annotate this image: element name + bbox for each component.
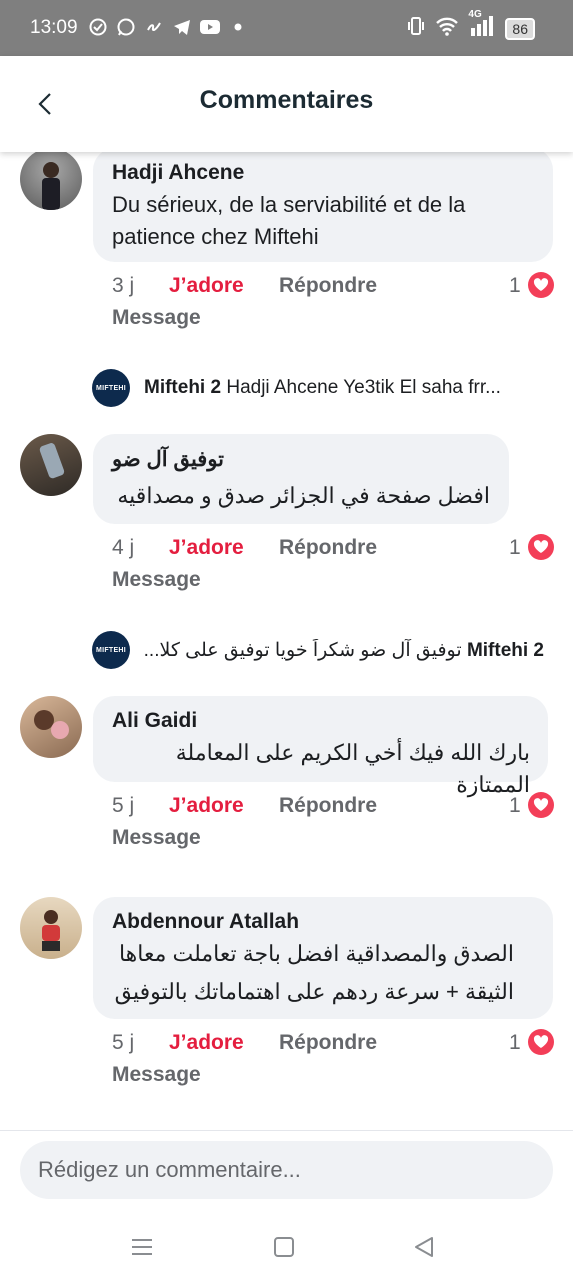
reaction-count[interactable]: 1 (509, 1031, 521, 1055)
reply-preview: Miftehi 2 توفيق آل ضو شكراً خويا توفيق ع… (144, 639, 544, 662)
bottom-bar: Rédigez un commentaire... (0, 1130, 573, 1281)
reply-author: Miftehi 2 (144, 377, 222, 398)
avatar[interactable] (20, 434, 82, 496)
wifi-icon (435, 16, 459, 41)
comment-author[interactable]: Ali Gaidi (112, 709, 197, 733)
message-button[interactable]: Message (112, 568, 201, 592)
youtube-icon (200, 17, 220, 37)
reaction-count[interactable]: 1 (509, 536, 521, 560)
reply-preview: Miftehi 2 Hadji Ahcene Ye3tik El saha fr… (144, 377, 544, 399)
comment-placeholder: Rédigez un commentaire... (38, 1157, 301, 1182)
comment-text: بارك الله فيك أخي الكريم على المعاملة ال… (175, 740, 530, 797)
link-icon (144, 17, 164, 37)
avatar[interactable] (20, 696, 82, 758)
avatar[interactable] (20, 152, 82, 210)
telegram-icon (172, 17, 192, 37)
reply-author: Miftehi 2 (466, 640, 544, 661)
comment-author[interactable]: Abdennour Atallah (112, 910, 299, 934)
like-button[interactable]: J’adore (169, 794, 244, 818)
avatar: MIFTEHI (92, 369, 130, 407)
signal-icon: 4G (468, 9, 495, 41)
comment-text: الثيقة + سرعة ردهم على اهتماماتك بالتوفي… (114, 979, 514, 1004)
avatar[interactable] (20, 897, 82, 959)
like-button[interactable]: J’adore (169, 274, 244, 298)
comment-time: 5 j (112, 1031, 135, 1054)
message-button[interactable]: Message (112, 306, 201, 330)
menu-icon[interactable] (130, 1235, 154, 1259)
status-bar: 13:09 4G 86 (0, 0, 573, 56)
page-title: Commentaires (199, 86, 374, 114)
dot-icon (228, 17, 248, 37)
reply-text: توفيق آل ضو شكراً خويا توفيق على كلا... (144, 640, 462, 661)
vibrate-icon (407, 16, 425, 41)
heart-icon (528, 792, 554, 818)
reply-item[interactable]: MIFTEHI Miftehi 2 توفيق آل ضو شكراً خويا… (92, 631, 552, 671)
reply-button[interactable]: Répondre (279, 794, 377, 818)
heart-icon (528, 272, 554, 298)
comment-text: Du sérieux, de la serviabilité et de la (112, 192, 466, 217)
reaction-count[interactable]: 1 (509, 794, 521, 818)
back-triangle-icon[interactable] (412, 1235, 436, 1259)
heart-icon (528, 534, 554, 560)
network-label: 4G (468, 9, 482, 20)
reply-button[interactable]: Répondre (279, 536, 377, 560)
heart-icon (528, 1029, 554, 1055)
comment-author[interactable]: توفيق آل ضو (112, 447, 224, 472)
reply-item[interactable]: MIFTEHI Miftehi 2 Hadji Ahcene Ye3tik El… (92, 369, 552, 409)
reply-button[interactable]: Répondre (279, 1031, 377, 1055)
comment-time: 5 j (112, 794, 135, 817)
status-time: 13:09 (30, 17, 78, 38)
comment-time: 4 j (112, 536, 135, 559)
comment-author[interactable]: Hadji Ahcene (112, 161, 244, 185)
like-button[interactable]: J’adore (169, 536, 244, 560)
comments-feed[interactable]: Hadji Ahcene Du sérieux, de la serviabil… (0, 152, 573, 1130)
message-button[interactable]: Message (112, 1063, 201, 1087)
circle-check-icon (88, 17, 108, 37)
comment-text: patience chez Miftehi (112, 224, 319, 249)
comment-time: 3 j (112, 274, 135, 297)
comment-input[interactable]: Rédigez un commentaire... (20, 1141, 553, 1199)
like-button[interactable]: J’adore (169, 1031, 244, 1055)
app-header: Commentaires (0, 56, 573, 152)
comment-text: افضل صفحة في الجزائر صدق و مصداقيه (117, 483, 490, 508)
reaction-count[interactable]: 1 (509, 274, 521, 298)
reply-text: Hadji Ahcene Ye3tik El saha frr... (226, 377, 501, 398)
reply-button[interactable]: Répondre (279, 274, 377, 298)
status-right: 4G 86 (407, 9, 535, 41)
home-square-icon[interactable] (272, 1235, 296, 1259)
whatsapp-icon (116, 17, 136, 37)
avatar: MIFTEHI (92, 631, 130, 669)
battery-icon: 86 (505, 17, 535, 40)
message-button[interactable]: Message (112, 826, 201, 850)
notification-icons (88, 17, 248, 37)
comment-text: الصدق والمصداقية افضل باجة تعاملت معاها (118, 941, 514, 966)
